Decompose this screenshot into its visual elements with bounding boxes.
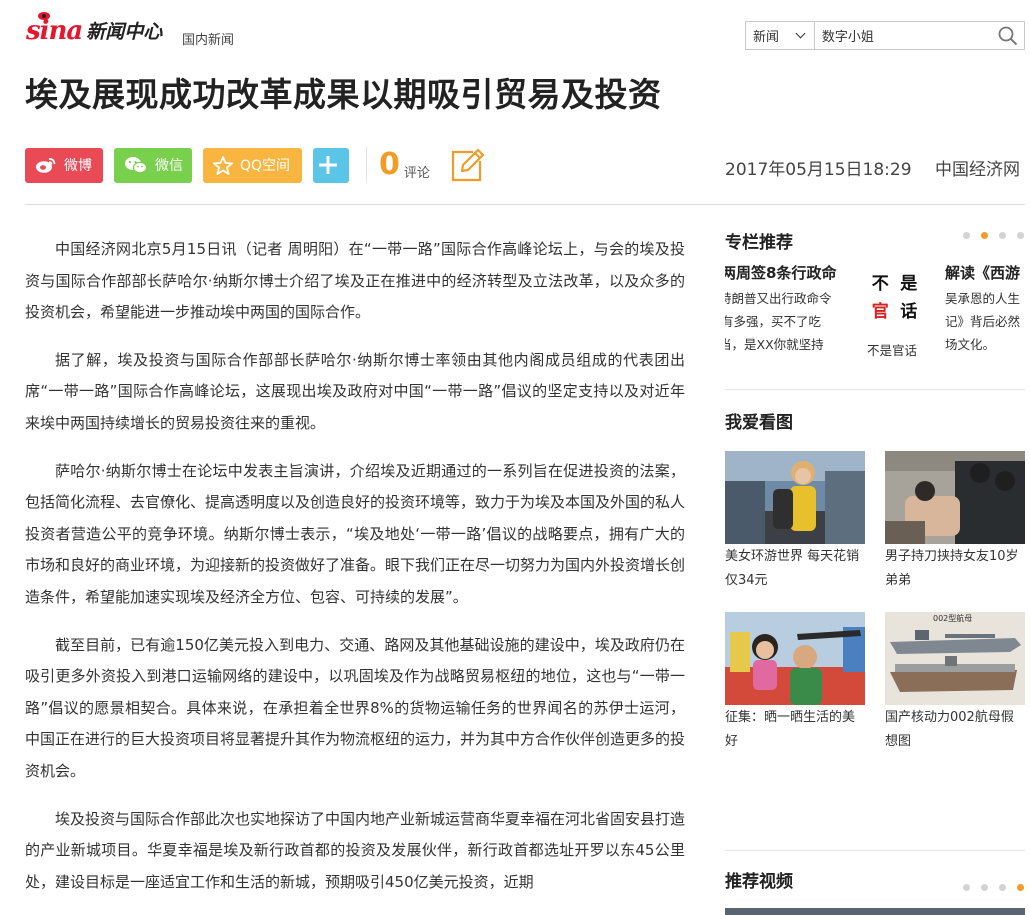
column-item-headline: 解读《西游 xyxy=(945,264,1021,282)
qzone-star-icon xyxy=(213,155,233,175)
column-item-text: 记》背后必然 xyxy=(945,314,1021,329)
article-source[interactable]: 中国经济网 xyxy=(935,155,1020,180)
wechat-icon xyxy=(125,157,148,174)
share-weixin-label: 微信 xyxy=(155,158,183,174)
sina-logo[interactable]: sina 新闻中心 xyxy=(26,12,163,44)
article-paragraph: 中国经济网北京5月15日讯（记者 周明阳）在“一带一路”国际合作高峰论坛上，与会… xyxy=(25,240,685,322)
picture-caption[interactable]: 国产核动力002航母假想图 xyxy=(885,706,1025,754)
picture-image xyxy=(725,451,865,544)
picture-image xyxy=(885,451,1025,544)
column-item-caption: 不是官话 xyxy=(867,343,918,358)
search-bar: 新闻 xyxy=(745,21,1025,50)
seal-char: 不 xyxy=(871,273,889,294)
comment-count[interactable]: 0 xyxy=(379,147,400,183)
share-more-button[interactable] xyxy=(313,147,349,183)
article-paragraph: 萨哈尔·纳斯尔博士在论坛中发表主旨演讲，介绍埃及近期通过的一系列旨在促进投资的法… xyxy=(25,461,686,606)
carousel-dot[interactable] xyxy=(1017,232,1024,239)
carousel-dot[interactable] xyxy=(999,232,1006,239)
column-item[interactable]: 解读《西游 吴承恩的人生 记》背后必然 场文化。 xyxy=(945,262,1025,356)
column-item-text: 有多强，买不了吃 xyxy=(725,314,822,329)
logo-section: 新闻中心 xyxy=(86,21,163,43)
article-paragraph: 埃及投资与国际合作部此次也实地探访了中国内地产业新城运营商华夏幸福在河北省固安县… xyxy=(25,809,686,891)
column-carousel-dots xyxy=(952,232,1024,239)
search-category-select[interactable]: 新闻 xyxy=(746,22,815,49)
search-category-label: 新闻 xyxy=(753,30,780,45)
pictures-title: 我爱看图 xyxy=(725,413,793,433)
video-carousel-dots xyxy=(952,884,1024,891)
picture-image xyxy=(725,612,865,705)
sidebar-divider xyxy=(725,850,1025,851)
column-item-text: 吴承恩的人生 xyxy=(945,291,1021,306)
picture-image-label: 002型航母 xyxy=(933,613,972,623)
share-qzone-button[interactable]: QQ空间 xyxy=(203,147,302,183)
seal-char: 话 xyxy=(900,302,918,323)
carousel-dot[interactable] xyxy=(963,884,970,891)
column-recommend-title: 专栏推荐 xyxy=(725,233,793,253)
logo-eye-icon xyxy=(38,12,50,20)
video-title: 推荐视频 xyxy=(725,872,793,892)
carousel-dot[interactable] xyxy=(981,884,988,891)
carousel-dot[interactable] xyxy=(963,232,970,239)
channel-link[interactable]: 国内新闻 xyxy=(182,29,234,48)
header: sina 新闻中心 国内新闻 新闻 xyxy=(0,0,1030,70)
header-divider xyxy=(25,204,1025,205)
column-item[interactable]: 不 是 官 话 不是官话 xyxy=(867,268,923,359)
seal-char: 是 xyxy=(900,273,918,294)
column-seal-logo: 不 是 官 话 xyxy=(867,268,922,323)
picture-thumb[interactable]: 002型航母 xyxy=(885,612,1025,705)
search-button[interactable] xyxy=(992,22,1024,49)
share-weibo-button[interactable]: 微博 xyxy=(25,147,103,183)
carousel-dot-active[interactable] xyxy=(1017,884,1024,891)
share-weibo-label: 微博 xyxy=(64,158,92,174)
search-input[interactable] xyxy=(814,22,992,49)
picture-thumb[interactable] xyxy=(725,451,865,544)
share-qzone-label: QQ空间 xyxy=(240,158,291,174)
article-paragraph: 据了解，埃及投资与国际合作部部长萨哈尔·纳斯尔博士率领由其他内阁成员组成的代表团… xyxy=(25,350,685,432)
column-item-headline: 两周签8条行政命 xyxy=(725,264,837,282)
carousel-dot[interactable] xyxy=(999,884,1006,891)
plus-icon xyxy=(318,156,337,174)
column-item-text: 场文化。 xyxy=(945,337,996,352)
article-title: 埃及展现成功改革成果以期吸引贸易及投资 xyxy=(25,75,662,114)
chevron-down-icon xyxy=(795,28,806,39)
carousel-dot-active[interactable] xyxy=(981,232,988,239)
picture-image: 002型航母 xyxy=(885,612,1025,705)
weibo-icon xyxy=(36,158,56,173)
share-weixin-button[interactable]: 微信 xyxy=(114,147,192,183)
article-paragraph: 截至目前，已有逾150亿美元投入到电力、交通、路网及其他基础设施的建设中，埃及政… xyxy=(25,635,686,780)
share-divider xyxy=(366,147,367,183)
logo-brand: sina xyxy=(26,12,83,44)
article-datetime: 2017年05月15日18:29 xyxy=(725,160,912,180)
column-item[interactable]: 两周签8条行政命 特朗普又出行政命令 有多强，买不了吃 当，是XX你就坚持 xyxy=(725,262,855,356)
picture-caption[interactable]: 美女环游世界 每天花销仅34元 xyxy=(725,545,865,593)
column-item-text: 当，是XX你就坚持 xyxy=(725,337,824,352)
column-carousel: 两周签8条行政命 特朗普又出行政命令 有多强，买不了吃 当，是XX你就坚持 不 … xyxy=(725,262,1025,362)
column-item-text: 特朗普又出行政命令 xyxy=(725,291,832,306)
picture-caption[interactable]: 征集：晒一晒生活的美好 xyxy=(725,706,865,754)
picture-thumb[interactable] xyxy=(725,612,865,705)
picture-caption[interactable]: 男子持刀挟持女友10岁弟弟 xyxy=(885,545,1025,593)
search-icon xyxy=(998,26,1018,45)
picture-thumb[interactable] xyxy=(885,451,1025,544)
article-body: 中国经济网北京5月15日讯（记者 周明阳）在“一带一路”国际合作高峰论坛上，与会… xyxy=(25,234,685,914)
share-bar: 微博 微信 QQ空间 0 评论 xyxy=(25,147,485,183)
video-thumb-strip[interactable] xyxy=(725,908,1025,915)
comment-label[interactable]: 评论 xyxy=(404,162,430,181)
seal-char: 官 xyxy=(871,302,889,323)
write-comment-icon[interactable] xyxy=(449,147,485,183)
sidebar-divider xyxy=(725,389,1025,390)
